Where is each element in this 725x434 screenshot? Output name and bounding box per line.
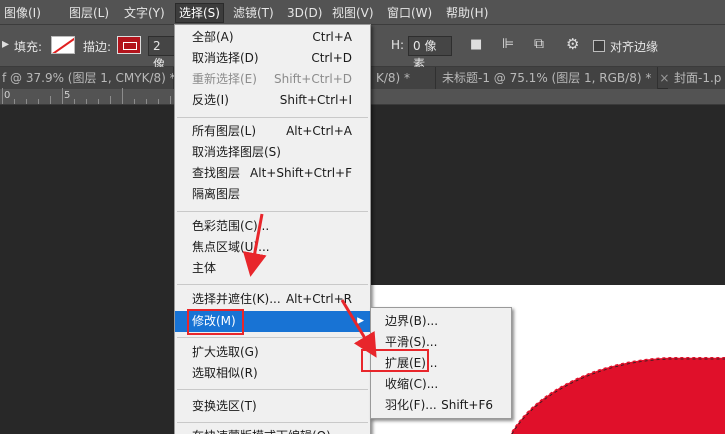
menu-help[interactable]: 帮助(H) <box>446 4 488 22</box>
menu-item-color-range[interactable]: 色彩范围(C)... <box>175 216 370 237</box>
tab-document-1[interactable]: f @ 37.9% (图层 1, CMYK/8) * <box>0 67 176 89</box>
menu-item-find-layers[interactable]: 查找图层 Alt+Shift+Ctrl+F <box>175 163 370 184</box>
height-field[interactable]: 0 像素 <box>408 36 452 71</box>
tab-label: K/8) * <box>376 71 411 85</box>
highlight-box-expand <box>361 349 429 372</box>
menu-item-quick-mask[interactable]: 在快速蒙版模式下编辑(Q) <box>175 426 370 434</box>
menu-item-select-and-mask[interactable]: 选择并遮住(K)... Alt+Ctrl+R <box>175 289 370 310</box>
ruler-tick <box>134 99 135 104</box>
menu-item-inverse[interactable]: 反选(I) Shift+Ctrl+I <box>175 90 370 111</box>
menu-window[interactable]: 窗口(W) <box>387 4 432 22</box>
ruler-tick <box>170 96 171 104</box>
ruler-label: 0 <box>4 90 11 101</box>
path-arrangement-icon[interactable]: ⧉ <box>534 36 544 52</box>
gear-icon[interactable]: ⚙ <box>566 35 579 53</box>
ruler-tick <box>110 96 111 104</box>
ruler-tick <box>38 99 39 104</box>
tab-label: f @ 37.9% (图层 1, CMYK/8) * <box>2 71 176 85</box>
stroke-label: 描边: <box>83 40 112 54</box>
menu-item-transform-selection[interactable]: 变换选区(T) <box>175 396 370 417</box>
menu-view[interactable]: 视图(V) <box>332 4 374 22</box>
ruler-tick <box>98 99 99 104</box>
photoshop-window: 图像(I) 图层(L) 文字(Y) 选择(S) 滤镜(T) 3D(D) 视图(V… <box>0 0 725 434</box>
fill-label: 填充: <box>14 40 43 54</box>
submenu-arrow-icon: ▶ <box>357 316 364 326</box>
menu-type[interactable]: 文字(Y) <box>124 4 165 22</box>
menu-layer[interactable]: 图层(L) <box>69 4 109 22</box>
ruler-tick <box>14 99 15 104</box>
menu-item-all[interactable]: 全部(A) Ctrl+A <box>175 27 370 48</box>
path-alignment-icon[interactable]: ⊫ <box>502 36 514 52</box>
ruler-tick <box>2 88 3 104</box>
tab-document-3[interactable]: 未标题-1 @ 75.1% (图层 1, RGB/8) * × <box>436 67 669 89</box>
ruler-tick <box>122 88 123 104</box>
menu-separator <box>177 337 368 338</box>
align-edges-checkbox[interactable] <box>593 40 605 52</box>
menu-separator <box>177 211 368 212</box>
submenu-item-contract[interactable]: 收缩(C)... <box>371 374 511 395</box>
highlight-box-modify <box>187 309 244 335</box>
ruler-tick <box>62 88 63 104</box>
tab-label: 封面-1.p <box>674 71 722 85</box>
ruler-tick <box>26 99 27 104</box>
ruler-label: 5 <box>64 90 71 101</box>
ruler-tick <box>158 99 159 104</box>
menu-item-deselect[interactable]: 取消选择(D) Ctrl+D <box>175 48 370 69</box>
menu-select[interactable]: 选择(S) <box>175 3 224 23</box>
stroke-swatch[interactable] <box>117 36 141 54</box>
menu-item-grow[interactable]: 扩大选取(G) <box>175 342 370 363</box>
path-operations-icon[interactable]: ■ <box>470 37 482 52</box>
menu-item-isolate-layers[interactable]: 隔离图层 <box>175 184 370 205</box>
menu-separator <box>177 117 368 118</box>
height-label: H: <box>391 38 405 52</box>
tab-label: 未标题-1 @ 75.1% (图层 1, RGB/8) * <box>442 71 652 85</box>
tool-preset-icon[interactable]: ▸ <box>2 36 9 52</box>
select-menu-dropdown: 全部(A) Ctrl+A 取消选择(D) Ctrl+D 重新选择(E) Shift+C… <box>174 24 371 434</box>
menu-separator <box>177 284 368 285</box>
submenu-item-border[interactable]: 边界(B)... <box>371 311 511 332</box>
menu-item-subject[interactable]: 主体 <box>175 258 370 279</box>
align-edges-label: 对齐边缘 <box>610 40 659 54</box>
fill-swatch[interactable] <box>51 36 75 54</box>
menu-item-deselect-layers[interactable]: 取消选择图层(S) <box>175 142 370 163</box>
menu-filter[interactable]: 滤镜(T) <box>233 4 274 22</box>
menu-separator <box>177 389 368 390</box>
menu-item-focus-area[interactable]: 焦点区域(U)... <box>175 237 370 258</box>
submenu-item-feather[interactable]: 羽化(F)... Shift+F6 <box>371 395 511 416</box>
menu-separator <box>177 422 368 423</box>
menu-image[interactable]: 图像(I) <box>4 4 41 22</box>
tab-document-4[interactable]: 封面-1.p <box>668 67 725 89</box>
menu-item-all-layers[interactable]: 所有图层(L) Alt+Ctrl+A <box>175 121 370 142</box>
menu-item-similar[interactable]: 选取相似(R) <box>175 363 370 384</box>
tab-document-2[interactable]: K/8) * <box>370 67 436 89</box>
menu-bar: 图像(I) 图层(L) 文字(Y) 选择(S) 滤镜(T) 3D(D) 视图(V… <box>0 0 725 25</box>
stroke-width-field[interactable]: 2 像 <box>148 36 176 71</box>
ruler-tick <box>74 99 75 104</box>
ruler-tick <box>86 99 87 104</box>
ruler-tick <box>50 96 51 104</box>
menu-item-reselect[interactable]: 重新选择(E) Shift+Ctrl+D <box>175 69 370 90</box>
menu-3d[interactable]: 3D(D) <box>287 4 322 22</box>
ruler-tick <box>146 99 147 104</box>
